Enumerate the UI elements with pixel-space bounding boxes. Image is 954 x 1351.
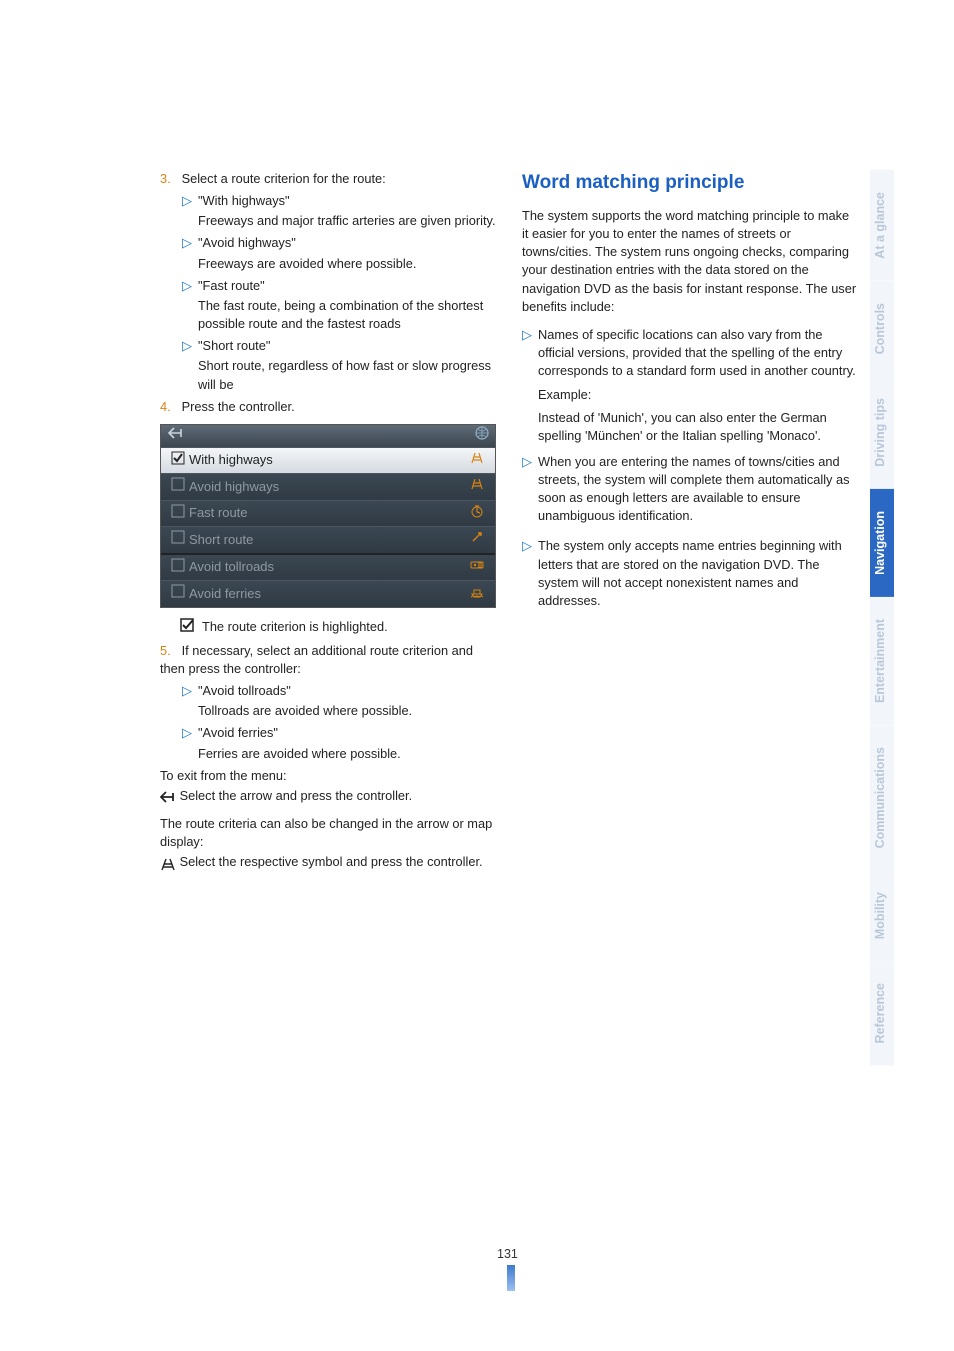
ferry-icon: [467, 585, 487, 603]
opt-avoid-ferries-desc: Ferries are avoided where possible.: [182, 745, 496, 763]
highway-icon: [467, 451, 487, 470]
step-number: 5.: [160, 642, 178, 660]
tab-controls[interactable]: Controls: [870, 281, 894, 376]
route-symbol-icon: [160, 857, 176, 869]
highway-icon: [467, 477, 487, 496]
checked-box-icon: [180, 618, 196, 632]
opt-avoid-highways: "Avoid highways": [198, 234, 496, 252]
figure-label: Avoid highways: [189, 478, 467, 496]
opt-fast-route-desc: The fast route, being a combination of t…: [182, 297, 496, 333]
change-text: Select the respective symbol and press t…: [180, 854, 483, 869]
globe-icon: [475, 426, 489, 446]
triangle-icon: ▷: [182, 277, 198, 295]
tab-navigation[interactable]: Navigation: [870, 489, 894, 597]
toll-icon: [467, 558, 487, 576]
tab-driving-tips[interactable]: Driving tips: [870, 376, 894, 489]
step4-text: Press the controller.: [182, 399, 295, 414]
figure-caption: The route criterion is highlighted.: [202, 618, 388, 636]
opt-avoid-tollroads-desc: Tollroads are avoided where possible.: [182, 702, 496, 720]
figure-row-avoid-ferries: Avoid ferries: [161, 580, 495, 606]
section-tabs: At a glance Controls Driving tips Naviga…: [870, 170, 894, 1066]
arrow-icon: [467, 530, 487, 549]
opt-avoid-ferries: "Avoid ferries": [198, 724, 496, 742]
figure-label: With highways: [189, 451, 467, 469]
step-number: 3.: [160, 170, 178, 188]
opt-with-highways-desc: Freeways and major traffic arteries are …: [182, 212, 496, 230]
clock-icon: [467, 504, 487, 523]
opt-short-route-desc: Short route, regardless of how fast or s…: [182, 357, 496, 393]
benefit-2: When you are entering the names of towns…: [538, 453, 858, 526]
figure-row-fast-route: Fast route: [161, 500, 495, 526]
tab-at-a-glance[interactable]: At a glance: [870, 170, 894, 281]
step3-lead: Select a route criterion for the route:: [182, 171, 386, 186]
checkbox-icon: [171, 584, 189, 603]
triangle-icon: ▷: [182, 337, 198, 355]
right-column: Word matching principle The system suppo…: [522, 170, 864, 881]
triangle-icon: ▷: [182, 192, 198, 210]
exit-lead: To exit from the menu:: [160, 767, 496, 785]
opt-fast-route: "Fast route": [198, 277, 496, 295]
triangle-icon: ▷: [182, 724, 198, 742]
figure-row-short-route: Short route: [161, 526, 495, 552]
figure-row-avoid-tollroads: Avoid tollroads: [161, 553, 495, 580]
benefit-3: The system only accepts name entries beg…: [538, 537, 858, 610]
figure-label: Avoid tollroads: [189, 558, 467, 576]
opt-avoid-highways-desc: Freeways are avoided where possible.: [182, 255, 496, 273]
route-criteria-screenshot: With highways Avoid highways Fast route …: [160, 424, 496, 608]
triangle-icon: ▷: [522, 453, 538, 526]
step-number: 4.: [160, 398, 178, 416]
left-column: 3. Select a route criterion for the rout…: [160, 170, 496, 881]
checkbox-icon: [171, 504, 189, 523]
tab-reference[interactable]: Reference: [870, 961, 894, 1065]
page: At a glance Controls Driving tips Naviga…: [0, 0, 954, 1351]
figure-row-avoid-highways: Avoid highways: [161, 473, 495, 499]
figure-row-with-highways: With highways: [161, 447, 495, 473]
example-text: Instead of 'Munich', you can also enter …: [522, 409, 858, 445]
figure-label: Fast route: [189, 504, 467, 522]
tab-mobility[interactable]: Mobility: [870, 870, 894, 961]
change-lead: The route criteria can also be changed i…: [160, 815, 496, 851]
tab-communications[interactable]: Communications: [870, 725, 894, 870]
heading-word-matching: Word matching principle: [522, 170, 858, 197]
triangle-icon: ▷: [522, 537, 538, 610]
back-arrow-icon: [160, 790, 176, 802]
benefit-1: Names of specific locations can also var…: [538, 326, 858, 380]
opt-short-route: "Short route": [198, 337, 496, 355]
opt-with-highways: "With highways": [198, 192, 496, 210]
page-number: 131: [497, 1247, 518, 1261]
page-marker: [507, 1265, 515, 1291]
triangle-icon: ▷: [182, 682, 198, 700]
example-label: Example:: [522, 386, 858, 404]
back-arrow-icon: [167, 425, 185, 448]
checkbox-icon: [171, 477, 189, 496]
step5-lead: If necessary, select an additional route…: [160, 643, 473, 676]
checkbox-icon: [171, 530, 189, 549]
figure-label: Avoid ferries: [189, 585, 467, 603]
triangle-icon: ▷: [522, 326, 538, 380]
triangle-icon: ▷: [182, 234, 198, 252]
figure-label: Short route: [189, 531, 467, 549]
tab-entertainment[interactable]: Entertainment: [870, 597, 894, 725]
opt-avoid-tollroads: "Avoid tollroads": [198, 682, 496, 700]
exit-text: Select the arrow and press the controlle…: [180, 788, 413, 803]
checkbox-icon: [171, 558, 189, 577]
checkbox-checked-icon: [171, 451, 189, 470]
intro-paragraph: The system supports the word matching pr…: [522, 207, 858, 316]
